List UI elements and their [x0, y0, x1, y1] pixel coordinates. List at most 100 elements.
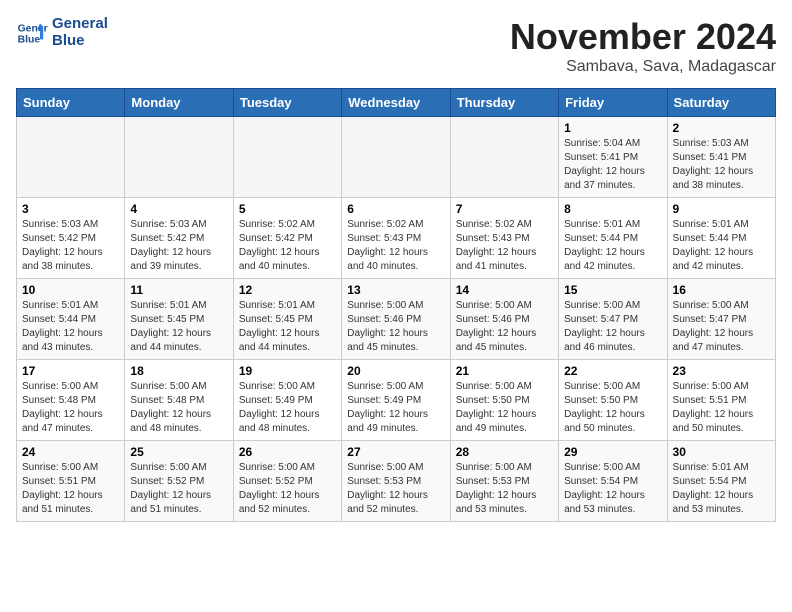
calendar-week-3: 10 Sunrise: 5:01 AMSunset: 5:44 PMDayligh…: [17, 279, 776, 360]
day-info: Sunrise: 5:02 AMSunset: 5:42 PMDaylight:…: [239, 218, 336, 274]
calendar-cell: 7 Sunrise: 5:02 AMSunset: 5:43 PMDaylight…: [450, 198, 558, 279]
calendar-cell: 22Sunrise: 5:00 AMSunset: 5:50 PMDayligh…: [559, 360, 667, 441]
calendar-cell: [450, 117, 558, 198]
day-number: 12: [239, 283, 336, 297]
day-info: Sunrise: 5:02 AMSunset: 5:43 PMDaylight:…: [456, 218, 553, 274]
calendar-cell: 29Sunrise: 5:00 AMSunset: 5:54 PMDayligh…: [559, 441, 667, 522]
day-info: Sunrise: 5:00 AMSunset: 5:50 PMDaylight:…: [456, 380, 553, 436]
day-number: 24: [22, 445, 119, 459]
header-thursday: Thursday: [450, 89, 558, 117]
header: General Blue General Blue November 2024 …: [16, 16, 776, 76]
logo-line1: General: [52, 16, 108, 33]
day-number: 30: [673, 445, 770, 459]
day-info: Sunrise: 5:00 AMSunset: 5:49 PMDaylight:…: [347, 380, 444, 436]
day-info: Sunrise: 5:00 AMSunset: 5:46 PMDaylight:…: [347, 299, 444, 355]
day-info: Sunrise: 5:00 AMSunset: 5:49 PMDaylight:…: [239, 380, 336, 436]
day-info: Sunrise: 5:00 AMSunset: 5:51 PMDaylight:…: [673, 380, 770, 436]
day-number: 2: [673, 121, 770, 135]
day-info: Sunrise: 5:03 AMSunset: 5:41 PMDaylight:…: [673, 137, 770, 193]
day-info: Sunrise: 5:04 AMSunset: 5:41 PMDaylight:…: [564, 137, 661, 193]
calendar-cell: 17 Sunrise: 5:00 AMSunset: 5:48 PMDayligh…: [17, 360, 125, 441]
day-number: 23: [673, 364, 770, 378]
day-info: Sunrise: 5:00 AMSunset: 5:52 PMDaylight:…: [239, 461, 336, 517]
day-number: 17: [22, 364, 119, 378]
calendar-week-1: 1 Sunrise: 5:04 AMSunset: 5:41 PMDaylight…: [17, 117, 776, 198]
day-number: 9: [673, 202, 770, 216]
logo: General Blue General Blue: [16, 16, 108, 49]
logo-icon: General Blue: [16, 17, 48, 49]
day-number: 16: [673, 283, 770, 297]
day-info: Sunrise: 5:00 AMSunset: 5:47 PMDaylight:…: [673, 299, 770, 355]
calendar-cell: 12 Sunrise: 5:01 AMSunset: 5:45 PMDayligh…: [233, 279, 341, 360]
day-info: Sunrise: 5:01 AMSunset: 5:44 PMDaylight:…: [564, 218, 661, 274]
calendar-cell: 1 Sunrise: 5:04 AMSunset: 5:41 PMDaylight…: [559, 117, 667, 198]
day-number: 4: [130, 202, 227, 216]
header-tuesday: Tuesday: [233, 89, 341, 117]
calendar-week-4: 17 Sunrise: 5:00 AMSunset: 5:48 PMDayligh…: [17, 360, 776, 441]
day-info: Sunrise: 5:00 AMSunset: 5:54 PMDaylight:…: [564, 461, 661, 517]
day-number: 21: [456, 364, 553, 378]
day-info: Sunrise: 5:01 AMSunset: 5:44 PMDaylight:…: [22, 299, 119, 355]
day-number: 3: [22, 202, 119, 216]
day-info: Sunrise: 5:00 AMSunset: 5:48 PMDaylight:…: [130, 380, 227, 436]
day-info: Sunrise: 5:01 AMSunset: 5:45 PMDaylight:…: [239, 299, 336, 355]
day-info: Sunrise: 5:03 AMSunset: 5:42 PMDaylight:…: [130, 218, 227, 274]
calendar-cell: 23 Sunrise: 5:00 AMSunset: 5:51 PMDayligh…: [667, 360, 775, 441]
day-number: 5: [239, 202, 336, 216]
calendar-cell: 18 Sunrise: 5:00 AMSunset: 5:48 PMDayligh…: [125, 360, 233, 441]
day-number: 13: [347, 283, 444, 297]
header-wednesday: Wednesday: [342, 89, 450, 117]
calendar-cell: 24Sunrise: 5:00 AMSunset: 5:51 PMDayligh…: [17, 441, 125, 522]
calendar-cell: 28Sunrise: 5:00 AMSunset: 5:53 PMDayligh…: [450, 441, 558, 522]
day-info: Sunrise: 5:01 AMSunset: 5:44 PMDaylight:…: [673, 218, 770, 274]
location-title: Sambava, Sava, Madagascar: [510, 58, 776, 76]
day-number: 28: [456, 445, 553, 459]
calendar-cell: 2 Sunrise: 5:03 AMSunset: 5:41 PMDaylight…: [667, 117, 775, 198]
day-number: 18: [130, 364, 227, 378]
header-saturday: Saturday: [667, 89, 775, 117]
day-info: Sunrise: 5:00 AMSunset: 5:52 PMDaylight:…: [130, 461, 227, 517]
calendar-cell: 11 Sunrise: 5:01 AMSunset: 5:45 PMDayligh…: [125, 279, 233, 360]
day-number: 7: [456, 202, 553, 216]
calendar-cell: 5 Sunrise: 5:02 AMSunset: 5:42 PMDaylight…: [233, 198, 341, 279]
header-monday: Monday: [125, 89, 233, 117]
day-number: 11: [130, 283, 227, 297]
svg-text:General: General: [18, 23, 48, 34]
day-number: 6: [347, 202, 444, 216]
calendar-cell: 30 Sunrise: 5:01 AMSunset: 5:54 PMDayligh…: [667, 441, 775, 522]
calendar-cell: 6 Sunrise: 5:02 AMSunset: 5:43 PMDaylight…: [342, 198, 450, 279]
day-number: 1: [564, 121, 661, 135]
day-number: 8: [564, 202, 661, 216]
calendar-cell: 15 Sunrise: 5:00 AMSunset: 5:47 PMDayligh…: [559, 279, 667, 360]
day-number: 26: [239, 445, 336, 459]
day-info: Sunrise: 5:00 AMSunset: 5:53 PMDaylight:…: [347, 461, 444, 517]
calendar-header: SundayMondayTuesdayWednesdayThursdayFrid…: [17, 89, 776, 117]
calendar-body: 1 Sunrise: 5:04 AMSunset: 5:41 PMDaylight…: [17, 117, 776, 522]
calendar-cell: 8 Sunrise: 5:01 AMSunset: 5:44 PMDaylight…: [559, 198, 667, 279]
calendar-cell: 21 Sunrise: 5:00 AMSunset: 5:50 PMDayligh…: [450, 360, 558, 441]
day-info: Sunrise: 5:02 AMSunset: 5:43 PMDaylight:…: [347, 218, 444, 274]
day-info: Sunrise: 5:00 AMSunset: 5:48 PMDaylight:…: [22, 380, 119, 436]
calendar-cell: 3 Sunrise: 5:03 AMSunset: 5:42 PMDaylight…: [17, 198, 125, 279]
day-number: 10: [22, 283, 119, 297]
day-number: 19: [239, 364, 336, 378]
calendar-cell: 26 Sunrise: 5:00 AMSunset: 5:52 PMDayligh…: [233, 441, 341, 522]
svg-text:Blue: Blue: [18, 34, 41, 45]
calendar-cell: 20Sunrise: 5:00 AMSunset: 5:49 PMDayligh…: [342, 360, 450, 441]
calendar-table: SundayMondayTuesdayWednesdayThursdayFrid…: [16, 88, 776, 522]
day-number: 15: [564, 283, 661, 297]
calendar-cell: 27Sunrise: 5:00 AMSunset: 5:53 PMDayligh…: [342, 441, 450, 522]
calendar-cell: 9 Sunrise: 5:01 AMSunset: 5:44 PMDaylight…: [667, 198, 775, 279]
day-info: Sunrise: 5:00 AMSunset: 5:46 PMDaylight:…: [456, 299, 553, 355]
logo-line2: Blue: [52, 33, 108, 50]
header-sunday: Sunday: [17, 89, 125, 117]
day-info: Sunrise: 5:01 AMSunset: 5:54 PMDaylight:…: [673, 461, 770, 517]
calendar-cell: 4 Sunrise: 5:03 AMSunset: 5:42 PMDaylight…: [125, 198, 233, 279]
day-number: 22: [564, 364, 661, 378]
day-info: Sunrise: 5:03 AMSunset: 5:42 PMDaylight:…: [22, 218, 119, 274]
day-number: 25: [130, 445, 227, 459]
day-info: Sunrise: 5:00 AMSunset: 5:47 PMDaylight:…: [564, 299, 661, 355]
calendar-cell: [125, 117, 233, 198]
day-info: Sunrise: 5:01 AMSunset: 5:45 PMDaylight:…: [130, 299, 227, 355]
calendar-cell: [233, 117, 341, 198]
